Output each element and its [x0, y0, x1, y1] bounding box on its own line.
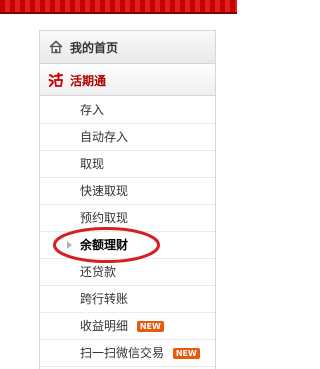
sidebar-item-auto-deposit[interactable]: 自动存入 [40, 124, 215, 151]
sidebar-item-repay-loan[interactable]: 还贷款 [40, 259, 215, 286]
home-icon [49, 40, 63, 54]
sidebar-item-withdraw[interactable]: 取现 [40, 151, 215, 178]
new-badge: NEW [136, 321, 164, 332]
sidebar-item-label: 快速取现 [80, 184, 129, 198]
sidebar-item-deposit[interactable]: 存入 [40, 97, 215, 124]
top-band-divider [0, 12, 237, 14]
sidebar-item-label: 扫一扫微信交易 [80, 346, 165, 360]
sidebar-item-wechat-scan[interactable]: 扫一扫微信交易 NEW [40, 340, 215, 367]
sidebar-home-link[interactable]: 我的首页 [40, 31, 215, 64]
top-decorative-band [0, 0, 237, 12]
sidebar-menu: 存入 自动存入 取现 快速取现 预约取现 余额理财 还贷款 跨行转账 收益明细 … [40, 97, 215, 367]
sidebar-item-interbank-transfer[interactable]: 跨行转账 [40, 286, 215, 313]
sidebar-item-label: 存入 [80, 103, 105, 117]
sidebar-item-label: 还贷款 [80, 265, 117, 279]
sidebar-section-huoqitong[interactable]: 活期通 [40, 65, 215, 96]
sidebar-item-quick-withdraw[interactable]: 快速取现 [40, 178, 215, 205]
sidebar-item-label: 跨行转账 [80, 292, 129, 306]
sidebar-item-label: 余额理财 [80, 238, 129, 252]
sidebar-item-earnings-detail[interactable]: 收益明细 NEW [40, 313, 215, 340]
new-badge: NEW [172, 348, 200, 359]
sidebar-item-label: 取现 [80, 157, 105, 171]
sidebar-item-label: 自动存入 [80, 130, 129, 144]
sidebar-item-scheduled-withdraw[interactable]: 预约取现 [40, 205, 215, 232]
sidebar-section-label: 活期通 [70, 73, 107, 88]
caret-right-icon [67, 241, 72, 249]
sidebar-item-balance-wealth[interactable]: 余额理财 [40, 232, 215, 259]
sidebar-panel: 我的首页 活期通 存入 自动存入 取现 快速取现 预约取现 余额理财 还贷款 跨… [39, 30, 216, 369]
sidebar-home-label: 我的首页 [70, 40, 119, 55]
sidebar-item-label: 预约取现 [80, 211, 129, 225]
sidebar-item-label: 收益明细 [80, 319, 129, 333]
page: 我的首页 活期通 存入 自动存入 取现 快速取现 预约取现 余额理财 还贷款 跨… [0, 0, 237, 369]
huoqitong-logo-icon [48, 72, 64, 87]
